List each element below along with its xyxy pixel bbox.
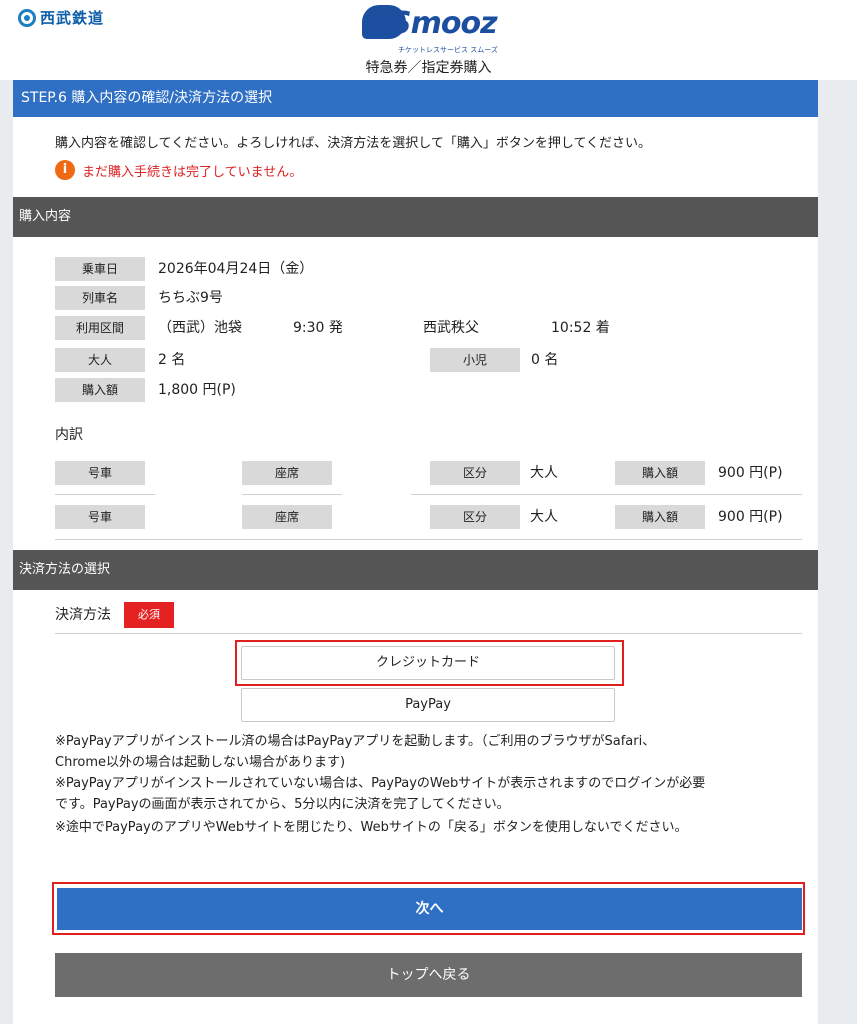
row-divider — [55, 539, 802, 540]
date-label: 乗車日 — [55, 257, 145, 281]
site-header: 西武鉄道 Smooz チケットレスサービス スムーズ 特急券／指定券購入 — [0, 0, 857, 80]
price-label: 購入額 — [615, 461, 705, 485]
route-label: 利用区間 — [55, 316, 145, 340]
arrive-time: 10:52 着 — [551, 320, 610, 336]
instruction-text: 購入内容を確認してください。よろしければ、決済方法を選択して「購入」ボタンを押し… — [55, 136, 652, 151]
paypay-option-button[interactable]: PayPay — [241, 688, 615, 722]
next-button[interactable]: 次へ — [57, 888, 802, 930]
purchase-section-header: 購入内容 — [13, 197, 818, 237]
price-value: 900 円(P) — [718, 509, 783, 525]
car-label: 号車 — [55, 461, 145, 485]
warning-message: i まだ購入手続きは完了していません。 — [55, 160, 302, 180]
price-label: 購入額 — [615, 505, 705, 529]
seibu-mark-icon — [18, 8, 36, 27]
adult-value: 2 名 — [158, 352, 186, 368]
breakdown-label: 内訳 — [55, 427, 83, 443]
train-label: 列車名 — [55, 286, 145, 310]
train-value: ちちぶ9号 — [158, 290, 223, 306]
purchase-confirmation-card: STEP.6 購入内容の確認/決済方法の選択 購入内容を確認してください。よろし… — [13, 80, 818, 1024]
row-divider — [55, 494, 155, 495]
date-value: 2026年04月24日（金） — [158, 261, 314, 277]
credit-card-option-button[interactable]: クレジットカード — [241, 646, 615, 680]
route-from: （西武）池袋 — [158, 320, 242, 336]
adult-label: 大人 — [55, 348, 145, 372]
payment-section-header: 決済方法の選択 — [13, 550, 818, 590]
payment-method-label: 決済方法 — [55, 607, 111, 623]
child-value: 0 名 — [531, 352, 559, 368]
price-value: 900 円(P) — [718, 465, 783, 481]
row-divider — [411, 494, 802, 495]
back-to-top-button[interactable]: トップへ戻る — [55, 953, 802, 997]
info-icon: i — [55, 160, 75, 180]
smooz-wordmark: Smooz — [390, 6, 498, 41]
required-badge: 必須 — [124, 602, 174, 628]
car-label: 号車 — [55, 505, 145, 529]
type-value: 大人 — [530, 509, 558, 525]
seat-label: 座席 — [242, 461, 332, 485]
paypay-note: ※途中でPayPayのアプリやWebサイトを閉じたり、Webサイトの「戻る」ボタ… — [55, 820, 688, 835]
depart-time: 9:30 発 — [293, 320, 343, 336]
paypay-note: ※PayPayアプリがインストール済の場合はPayPayアプリを起動します。（ご… — [55, 734, 656, 749]
payment-divider — [55, 633, 802, 634]
type-label: 区分 — [430, 461, 520, 485]
smooz-logo: Smooz チケットレスサービス スムーズ — [360, 2, 520, 58]
child-label: 小児 — [430, 348, 520, 372]
seat-label: 座席 — [242, 505, 332, 529]
paypay-note: Chrome以外の場合は起動しない場合があります) — [55, 755, 346, 770]
amount-value: 1,800 円(P) — [158, 382, 236, 398]
seibu-railway-logo[interactable]: 西武鉄道 — [18, 7, 104, 28]
row-divider — [242, 494, 342, 495]
type-value: 大人 — [530, 465, 558, 481]
route-to: 西武秩父 — [423, 320, 479, 336]
paypay-note: ※PayPayアプリがインストールされていない場合は、PayPayのWebサイト… — [55, 776, 706, 791]
company-name: 西武鉄道 — [40, 9, 105, 27]
page-subtitle: 特急券／指定券購入 — [365, 60, 492, 76]
type-label: 区分 — [430, 505, 520, 529]
amount-label: 購入額 — [55, 378, 145, 402]
smooz-tagline: チケットレスサービス スムーズ — [398, 46, 498, 54]
paypay-note: です。PayPayの画面が表示されてから、5分以内に決済を完了してください。 — [55, 797, 510, 812]
step-title: STEP.6 購入内容の確認/決済方法の選択 — [13, 80, 818, 117]
warning-text: まだ購入手続きは完了していません。 — [82, 164, 303, 180]
